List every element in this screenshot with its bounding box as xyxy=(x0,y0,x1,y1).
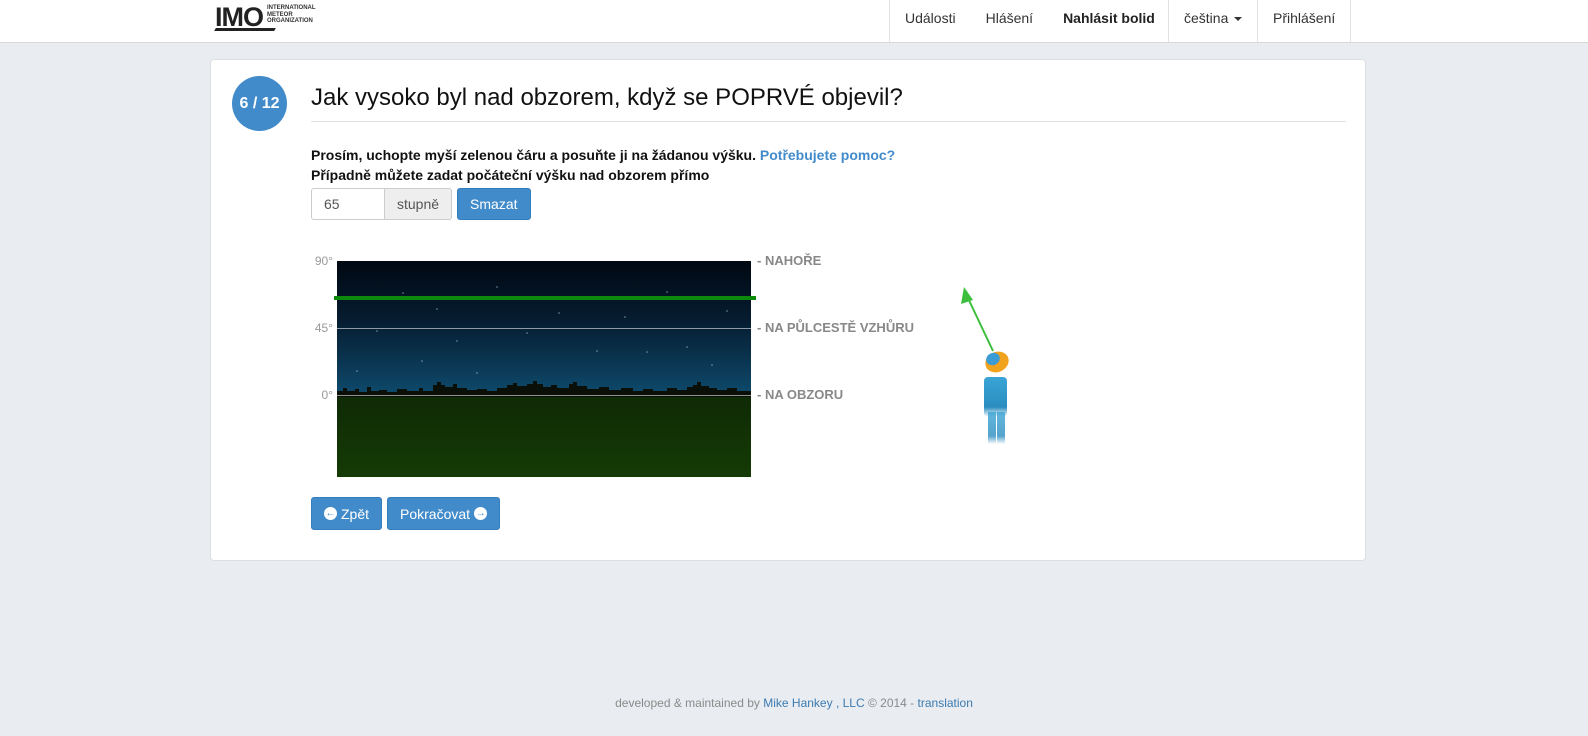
label-halfway-text: NA PŮLCESTĚ VZHŮRU xyxy=(764,320,914,335)
title-divider xyxy=(311,121,1346,122)
label-halfway: - NA PŮLCESTĚ VZHŮRU xyxy=(757,320,914,335)
label-horizon-text: NA OBZORU xyxy=(764,387,844,402)
altitude-input-group: stupně Smazat xyxy=(311,188,531,220)
arrow-right-circle-icon: → xyxy=(474,507,488,520)
instruction-line-2: Případně můžete zadat počáteční výšku na… xyxy=(311,167,710,183)
altitude-drag-line[interactable] xyxy=(334,296,756,301)
altitude-unit: stupně xyxy=(385,188,453,220)
logo-line-3: ORGANIZATION xyxy=(267,18,313,24)
step-indicator: 6 / 12 xyxy=(232,76,287,131)
sky-view[interactable] xyxy=(337,261,751,477)
guide-0 xyxy=(337,395,751,396)
back-label: Zpět xyxy=(341,505,370,522)
logo-mark: IMO xyxy=(215,2,264,32)
guide-45 xyxy=(337,328,751,329)
top-navbar: IMO INTERNATIONAL METEOR ORGANIZATION Ud… xyxy=(0,0,1588,43)
footer-translation-link[interactable]: translation xyxy=(918,696,973,710)
label-overhead-text: NAHOŘE xyxy=(764,253,822,268)
continue-label: Pokračovat xyxy=(400,505,471,522)
footer-prefix: developed & maintained by xyxy=(615,696,760,710)
ground xyxy=(337,395,751,477)
label-90-deg: 90° xyxy=(314,254,333,268)
nav-login-group: Přihlášení xyxy=(1257,0,1352,42)
imo-logo[interactable]: IMO INTERNATIONAL METEOR ORGANIZATION xyxy=(214,2,316,33)
altitude-input[interactable] xyxy=(311,188,385,220)
logo-line-1: INTERNATIONAL xyxy=(267,5,316,11)
language-label: čeština xyxy=(1184,10,1229,26)
continue-button[interactable]: Pokračovat → xyxy=(387,497,501,530)
arrow-left-circle-icon: ← xyxy=(324,507,337,520)
help-link[interactable]: Potřebujete pomoc? xyxy=(760,147,895,163)
footer: developed & maintained by Mike Hankey , … xyxy=(0,696,1588,710)
caret-down-icon xyxy=(1234,17,1243,22)
nav-report-fireball[interactable]: Nahlásit bolid xyxy=(1048,0,1170,42)
label-overhead: - NAHOŘE xyxy=(757,253,822,268)
clear-button[interactable]: Smazat xyxy=(457,188,531,220)
label-horizon: - NA OBZORU xyxy=(757,387,844,402)
footer-copyright: © 2014 - xyxy=(867,696,915,710)
nav-login[interactable]: Přihlášení xyxy=(1258,0,1350,42)
logo-text: INTERNATIONAL METEOR ORGANIZATION xyxy=(267,5,316,25)
label-0-deg: 0° xyxy=(321,388,333,402)
nav-reports[interactable]: Hlášení xyxy=(971,0,1048,42)
instructions: Prosím, uchopte myší zelenou čáru a posu… xyxy=(311,145,895,185)
footer-company-link[interactable]: , LLC xyxy=(836,696,865,710)
altitude-picker: 90° 45° 0° - NAHOŘE - NA PŮLCESTĚ VZHŮRU… xyxy=(307,250,927,490)
observer-figure xyxy=(961,287,1009,444)
logo-line-2: METEOR xyxy=(267,11,293,18)
nav-language-group: čeština xyxy=(1168,0,1257,42)
instruction-line-1: Prosím, uchopte myší zelenou čáru a posu… xyxy=(311,147,756,163)
back-button[interactable]: ← Zpět xyxy=(311,497,383,530)
nav-events[interactable]: Události xyxy=(890,0,971,42)
label-45-deg: 45° xyxy=(314,321,333,335)
language-dropdown[interactable]: čeština xyxy=(1169,0,1257,42)
nav-main-group: Události Hlášení Nahlásit bolid xyxy=(889,0,1170,42)
footer-author-link[interactable]: Mike Hankey xyxy=(763,696,832,710)
logo-swoosh xyxy=(214,28,276,31)
wizard-navigation: ← Zpět Pokračovat → xyxy=(311,497,501,530)
question-card: 6 / 12 Jak vysoko byl nad obzorem, když … xyxy=(210,59,1366,561)
question-title: Jak vysoko byl nad obzorem, když se POPR… xyxy=(311,84,903,111)
